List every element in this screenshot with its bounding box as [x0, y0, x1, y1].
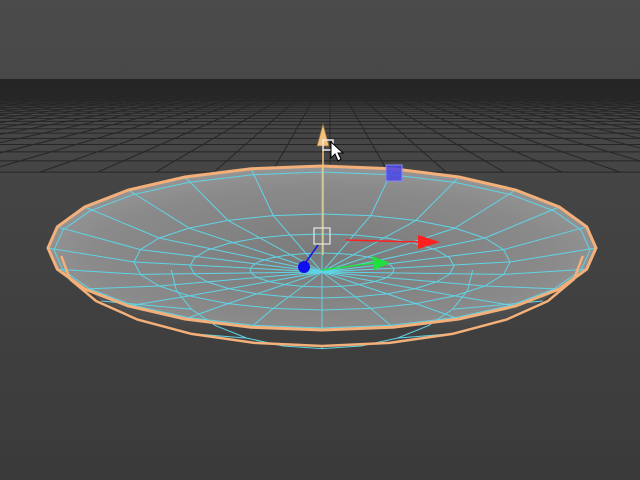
viewport-scene[interactable] [0, 0, 640, 480]
vertex-handle[interactable] [385, 164, 403, 182]
z-axis-handle[interactable] [298, 261, 310, 273]
3d-viewport[interactable] [0, 0, 640, 480]
